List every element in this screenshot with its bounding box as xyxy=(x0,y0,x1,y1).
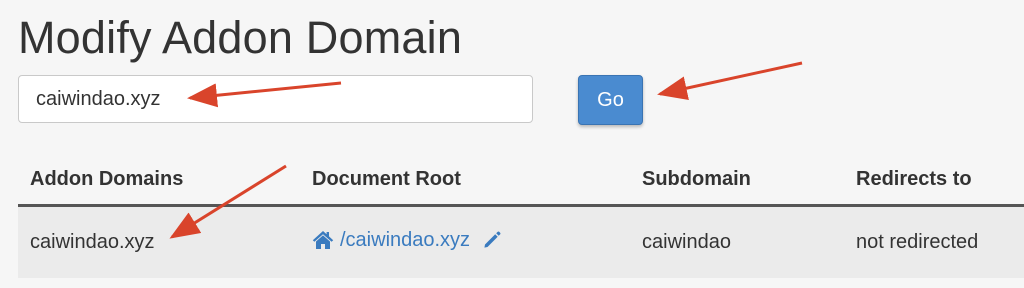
document-root-path: /caiwindao.xyz xyxy=(340,228,471,251)
page: Modify Addon Domain Go Addon Domains Doc… xyxy=(0,0,1024,288)
page-title: Modify Addon Domain xyxy=(18,12,463,63)
column-header-subdomain[interactable]: Subdomain xyxy=(630,154,844,207)
go-button[interactable]: Go xyxy=(578,75,643,125)
addon-domains-table: Addon Domains Document Root Subdomain Re… xyxy=(18,154,1024,278)
table-row: caiwindao.xyz /caiwindao.xyz caiwindao n… xyxy=(18,205,1024,278)
redirects-to-cell: not redirected xyxy=(844,205,1024,278)
home-icon xyxy=(312,230,334,250)
pencil-icon[interactable] xyxy=(482,230,502,250)
column-header-document-root[interactable]: Document Root xyxy=(300,154,630,207)
document-root-link[interactable]: /caiwindao.xyz xyxy=(312,229,470,252)
column-header-addon-domains[interactable]: Addon Domains xyxy=(18,154,300,207)
table-header-row: Addon Domains Document Root Subdomain Re… xyxy=(18,154,1024,207)
column-header-redirects-to[interactable]: Redirects to xyxy=(844,154,1024,207)
domain-search-input[interactable] xyxy=(18,75,533,123)
addon-domain-cell: caiwindao.xyz xyxy=(18,205,300,278)
document-root-cell: /caiwindao.xyz xyxy=(300,205,630,278)
annotation-arrow-go xyxy=(657,61,803,100)
subdomain-cell: caiwindao xyxy=(630,205,844,278)
